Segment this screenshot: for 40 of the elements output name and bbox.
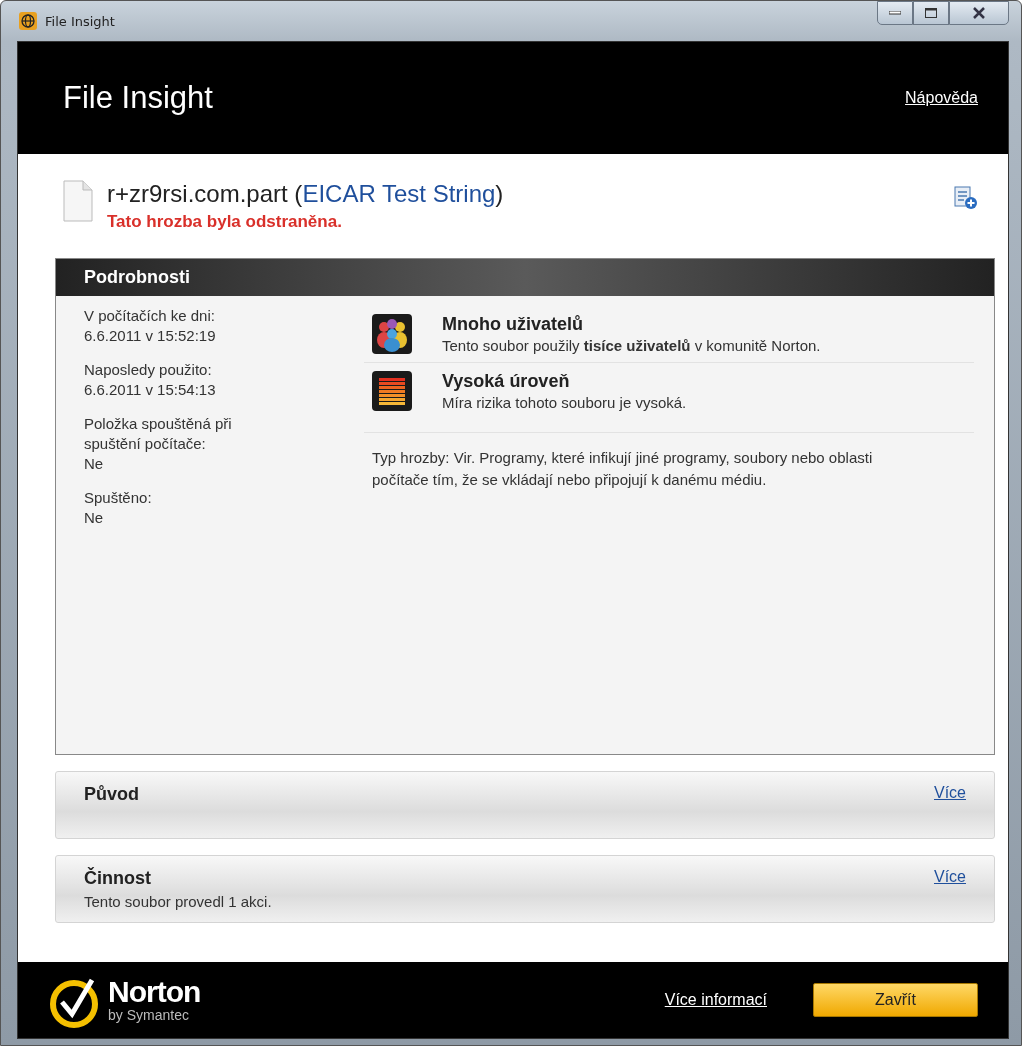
risk-level-icon: [372, 371, 412, 411]
file-icon: [63, 180, 93, 222]
more-info-link[interactable]: Více informací: [664, 991, 767, 1009]
more-link[interactable]: Více: [934, 784, 966, 838]
brand-tagline: by Symantec: [108, 1007, 190, 1023]
minimize-icon: [889, 11, 901, 15]
threat-status: Tato hrozba byla odstraněna.: [107, 212, 343, 232]
threat-link[interactable]: EICAR Test String: [302, 180, 496, 207]
section-title: Činnost: [84, 868, 152, 889]
rating-description: Tento soubor použily tisíce uživatelů v komunitě Norton.: [442, 337, 821, 354]
file-name: r+zr9rsi.com.part (EICAR Test String): [107, 180, 505, 208]
document-add-icon[interactable]: [954, 186, 978, 210]
fact-value: 6.6.2011 v 15:54:13: [84, 380, 217, 400]
minimize-button[interactable]: [877, 1, 913, 25]
more-link[interactable]: Více: [934, 868, 966, 922]
globe-icon: [19, 12, 37, 30]
maximize-icon: [925, 8, 937, 18]
close-icon: [972, 7, 986, 19]
fact-label: Položka spouštěná při spuštění počítače:: [84, 414, 233, 454]
fact-value: 6.6.2011 v 15:52:19: [84, 326, 217, 346]
section-summary: Tento soubor provedl 1 akci.: [84, 893, 272, 910]
fact-value: Ne: [84, 508, 105, 528]
help-link[interactable]: Nápověda: [905, 89, 978, 107]
fact-label: Naposledy použito:: [84, 360, 213, 380]
close-button[interactable]: Zavřít: [813, 983, 978, 1017]
section-title: Původ: [84, 784, 139, 805]
rating-title: Mnoho uživatelů: [442, 314, 584, 335]
maximize-button[interactable]: [913, 1, 949, 25]
fact-label: Spuštěno:: [84, 488, 153, 508]
details-title: Podrobnosti: [84, 267, 190, 288]
brand-name: Norton: [108, 977, 201, 1007]
rating-description: Míra rizika tohoto souboru je vysoká.: [442, 394, 687, 411]
fact-label: V počítačích ke dni:: [84, 306, 216, 326]
close-button[interactable]: [949, 1, 1009, 25]
app-title: File Insight: [63, 80, 213, 116]
people-icon: [372, 314, 412, 354]
fact-value: Ne: [84, 454, 105, 474]
threat-type: Typ hrozby: Vir. Programy, které infikují jiné programy, soubory nebo oblasti počítače tím, že se vkládají nebo připojují k danému médiu.: [371, 448, 874, 490]
rating-title: Vysoká úroveň: [442, 371, 571, 392]
window-title: File Insight: [45, 13, 116, 29]
